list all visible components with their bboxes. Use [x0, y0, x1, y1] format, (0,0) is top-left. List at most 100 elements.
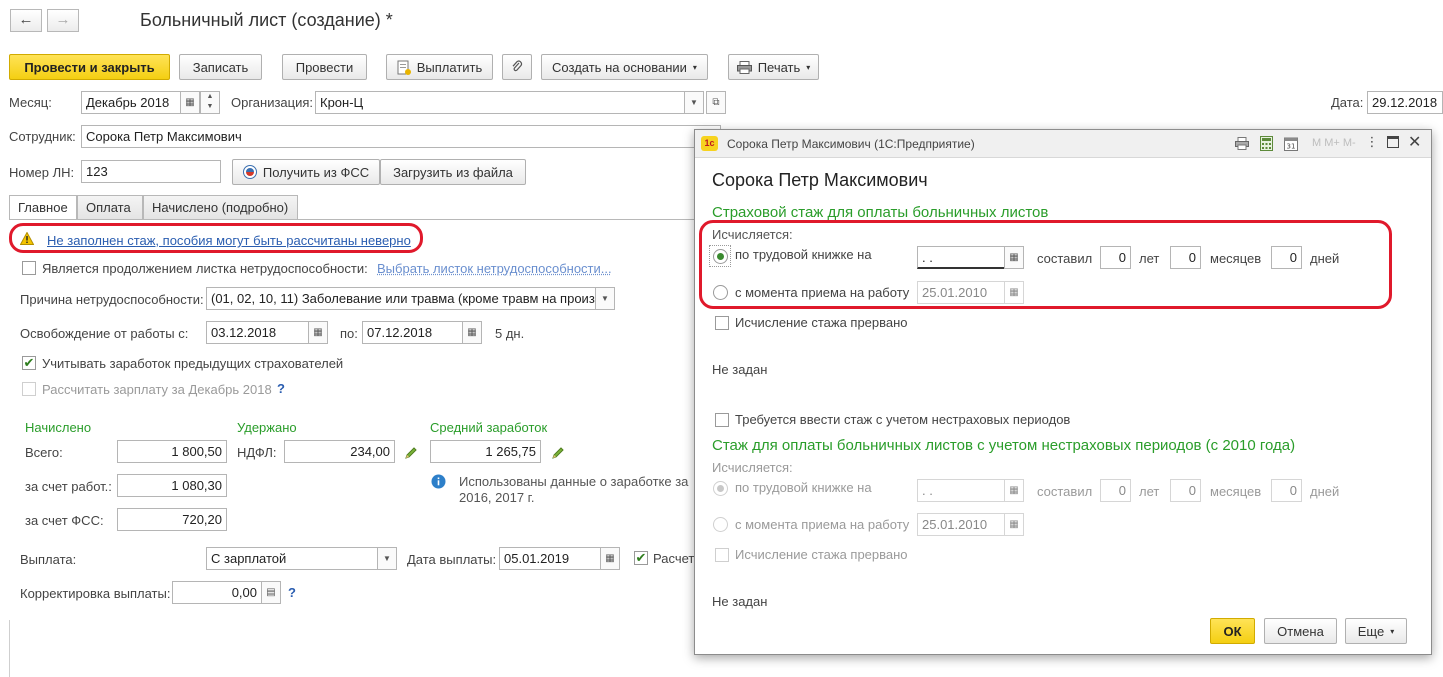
create-based-on-button[interactable]: Создать на основании ▾	[541, 54, 708, 80]
back-button[interactable]: ←	[10, 9, 42, 32]
edit-ndfl-pencil-icon[interactable]	[404, 446, 418, 460]
calendar-icon: ▦	[605, 553, 615, 564]
attach-button[interactable]	[502, 54, 532, 80]
release-to-calendar-button[interactable]: ▦	[462, 321, 482, 344]
dropdown-arrow-icon: ▼	[690, 98, 698, 107]
by-labor-book-radio-2[interactable]	[713, 481, 728, 496]
open-form-icon: ⧉	[712, 97, 720, 108]
from-hire-calendar-button-2[interactable]: ▦	[1004, 513, 1024, 536]
earnings-info-line2: 2016, 2017 г.	[459, 490, 535, 505]
select-sick-leave-link[interactable]: Выбрать листок нетрудоспособности...	[377, 261, 612, 276]
load-from-file-button[interactable]: Загрузить из файла	[380, 159, 526, 185]
form-left-border	[9, 620, 10, 677]
calc-salary-checkbox[interactable]	[22, 382, 36, 396]
labor-book-date-field-2[interactable]: . .	[917, 479, 1005, 502]
print-button[interactable]: Печать ▾	[728, 54, 819, 80]
reason-dropdown-button[interactable]: ▼	[595, 287, 615, 310]
get-from-fss-button[interactable]: Получить из ФСС	[232, 159, 380, 185]
tab-main[interactable]: Главное	[9, 195, 77, 220]
interrupted-checkbox-2[interactable]	[715, 548, 729, 562]
more-menu-icon[interactable]: ⋮	[1365, 134, 1379, 152]
create-based-on-label: Создать на основании	[552, 59, 687, 75]
1c-logo-icon: 1c	[701, 136, 718, 151]
forward-button[interactable]: →	[47, 9, 79, 32]
maximize-icon[interactable]	[1387, 136, 1399, 148]
close-icon[interactable]: ✕	[1408, 132, 1421, 152]
months-field-2[interactable]: 0	[1170, 479, 1201, 502]
correction-help-icon[interactable]: ?	[288, 585, 296, 600]
svg-text:31: 31	[1287, 143, 1296, 151]
date-label: Дата:	[1331, 95, 1364, 110]
prev-insurers-checkbox[interactable]: ✔	[22, 356, 36, 370]
month-spinner[interactable]: ▲ ▼	[200, 91, 220, 114]
calc-cut-checkbox[interactable]: ✔	[634, 551, 648, 565]
noninsurance-checkbox[interactable]	[715, 413, 729, 427]
release-from-field[interactable]: 03.12.2018	[206, 321, 309, 344]
highlight-frame-warning	[9, 223, 423, 253]
more-button-label: Еще	[1357, 623, 1385, 639]
spin-up-down-icon: ▲ ▼	[206, 93, 214, 110]
post-button[interactable]: Провести	[282, 54, 367, 80]
labor-book-calendar-button-2[interactable]: ▦	[1004, 479, 1024, 502]
dropdown-arrow-icon: ▼	[601, 294, 609, 303]
withheld-header: Удержано	[237, 420, 297, 435]
months-label-2: месяцев	[1210, 484, 1262, 499]
total-label: Всего:	[25, 445, 63, 460]
from-hire-date-field-2[interactable]: 25.01.2010	[917, 513, 1005, 536]
continuation-checkbox[interactable]	[22, 261, 36, 275]
fss-share-field: 720,20	[117, 508, 227, 531]
days-field-2[interactable]: 0	[1271, 479, 1302, 502]
years-field-2[interactable]: 0	[1100, 479, 1131, 502]
dropdown-arrow-icon: ▾	[806, 62, 811, 72]
organization-dropdown-button[interactable]: ▼	[684, 91, 704, 114]
release-from-calendar-button[interactable]: ▦	[308, 321, 328, 344]
pay-button[interactable]: Выплатить	[386, 54, 493, 80]
organization-label: Организация:	[231, 95, 314, 110]
from-hire-radio-2[interactable]	[713, 517, 728, 532]
print-icon[interactable]	[1235, 137, 1249, 150]
reason-field[interactable]: (01, 02, 10, 11) Заболевание или травма …	[206, 287, 596, 310]
month-label: Месяц:	[9, 95, 52, 110]
correction-calculator-button[interactable]: ▤	[261, 581, 281, 604]
payment-field[interactable]: С зарплатой	[206, 547, 378, 570]
cancel-button[interactable]: Отмена	[1264, 618, 1337, 644]
pay-date-calendar-button[interactable]: ▦	[600, 547, 620, 570]
calendar-31-icon[interactable]: 31	[1284, 136, 1298, 151]
pay-date-field[interactable]: 05.01.2019	[499, 547, 601, 570]
tab-payment[interactable]: Оплата	[77, 195, 143, 220]
dialog-window-title: Сорока Петр Максимович (1С:Предприятие)	[727, 137, 975, 151]
edit-average-pencil-icon[interactable]	[551, 446, 565, 460]
calendar-icon: ▦	[313, 327, 323, 338]
page-title: Больничный лист (создание) *	[140, 10, 393, 30]
month-calendar-button[interactable]: ▦	[180, 91, 200, 114]
calc-salary-help-icon[interactable]: ?	[277, 381, 285, 396]
organization-open-button[interactable]: ⧉	[706, 91, 726, 114]
release-to-field[interactable]: 07.12.2018	[362, 321, 463, 344]
organization-field[interactable]: Крон-Ц	[315, 91, 685, 114]
month-field[interactable]: Декабрь 2018	[81, 91, 181, 114]
save-button[interactable]: Записать	[179, 54, 262, 80]
post-and-close-button[interactable]: Провести и закрыть	[9, 54, 170, 80]
tab-accrued-detailed[interactable]: Начислено (подробно)	[143, 195, 298, 220]
calc-cut-label: Расчет	[653, 551, 695, 566]
interrupted-checkbox[interactable]	[715, 316, 729, 330]
computed-label-2: Исчисляется:	[712, 460, 793, 475]
ln-number-field[interactable]: 123	[81, 160, 221, 183]
correction-field[interactable]: 0,00	[172, 581, 262, 604]
ok-button[interactable]: ОК	[1210, 618, 1255, 644]
dialog-heading: Сорока Петр Максимович	[712, 170, 928, 190]
more-button[interactable]: Еще ▾	[1345, 618, 1407, 644]
employee-field[interactable]: Сорока Петр Максимович	[81, 125, 721, 148]
payment-dropdown-button[interactable]: ▼	[377, 547, 397, 570]
calendar-icon: ▦	[185, 97, 195, 108]
fss-share-label: за счет ФСС:	[25, 513, 104, 528]
section2-title: Стаж для оплаты больничных листов с учет…	[712, 437, 1296, 454]
fss-logo-icon	[242, 165, 257, 179]
years-label-2: лет	[1139, 484, 1160, 499]
from-hire-label-2: с момента приема на работу	[735, 517, 910, 532]
calculator-icon[interactable]	[1260, 136, 1273, 151]
paperclip-icon	[512, 60, 523, 72]
release-to-label: по:	[340, 326, 358, 341]
date-field[interactable]: 29.12.2018	[1367, 91, 1443, 114]
continuation-label: Является продолжением листка нетрудоспос…	[42, 261, 368, 276]
